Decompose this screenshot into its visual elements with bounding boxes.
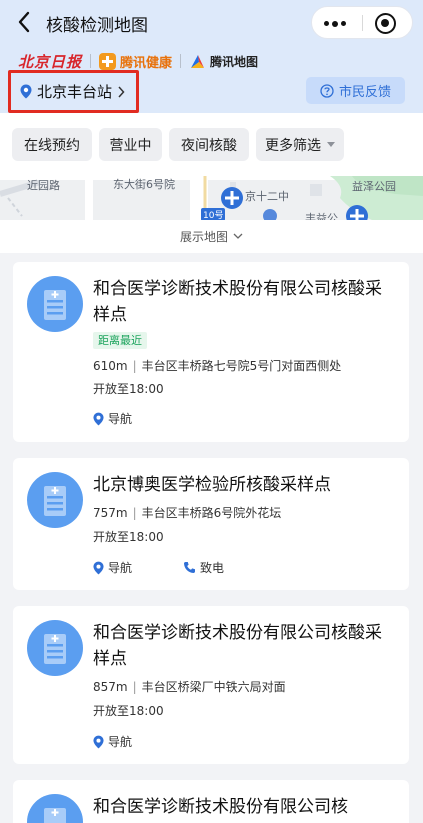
site-hours: 开放至18:00 [93, 704, 164, 718]
filter-label: 在线预约 [24, 137, 80, 154]
more-menu-icon[interactable] [324, 20, 346, 27]
navigate-label: 导航 [108, 412, 133, 426]
site-meta: 757m | 丰台区丰桥路6号院外花坛 [93, 504, 281, 521]
meta-separator: | [132, 680, 137, 694]
tencent-map-logo: 腾讯地图 [189, 53, 258, 70]
phone-icon [184, 562, 195, 573]
location-pin-icon [93, 561, 104, 574]
miniprogram-capsule [311, 6, 413, 39]
site-name: 和合医学诊断技术股份有限公司核 [93, 797, 348, 817]
site-distance: 757m [93, 506, 128, 520]
site-hours: 开放至18:00 [93, 382, 164, 396]
beijing-daily-logo: 北京日报 [18, 52, 83, 71]
filter-more[interactable]: 更多筛选 [256, 128, 344, 161]
meta-separator: | [132, 506, 137, 520]
chevron-right-icon [118, 85, 125, 98]
meta-separator: | [132, 359, 137, 373]
navigate-button[interactable]: 导航 [93, 559, 132, 576]
map-label: 京十二中 [245, 190, 289, 203]
site-address: 丰台区桥梁厂中铁六局对面 [141, 680, 286, 694]
map-marker[interactable] [221, 187, 243, 209]
site-name: 和合医学诊断技术股份有限公司核酸采样点 [93, 623, 382, 669]
header-area: 核酸检测地图 北京日报 腾讯健康 腾讯地图 北京丰台站 市民反馈 [0, 0, 423, 113]
close-miniprogram-icon[interactable] [375, 13, 396, 34]
map-label: 近园路 [27, 179, 60, 192]
map-label: 丰益公 [305, 212, 338, 220]
filter-label: 更多筛选 [265, 137, 321, 154]
site-hours: 开放至18:00 [93, 530, 164, 544]
brand-bar: 北京日报 腾讯健康 腾讯地图 [18, 50, 258, 72]
site-card[interactable]: 北京博奥医学检验所核酸采样点 757m | 丰台区丰桥路6号院外花坛 开放至18:0… [13, 458, 409, 590]
site-address: 丰台区丰桥路七号院5号门对面西侧处 [141, 359, 342, 373]
caret-down-icon [327, 142, 335, 147]
brand-divider [180, 54, 182, 68]
map-label: 东大街6号院 [113, 178, 175, 191]
site-name: 和合医学诊断技术股份有限公司核酸采样点 [93, 279, 382, 325]
call-label: 致电 [200, 561, 225, 575]
hospital-icon [27, 794, 83, 823]
site-card[interactable]: 和合医学诊断技术股份有限公司核酸采样点 857m | 丰台区桥梁厂中铁六局对面 开放… [13, 606, 409, 764]
hospital-icon [27, 276, 83, 332]
site-address: 丰台区丰桥路6号院外花坛 [141, 506, 282, 520]
filter-label: 夜间核酸 [181, 137, 237, 154]
location-pin-icon [93, 412, 104, 425]
site-meta: 857m | 丰台区桥梁厂中铁六局对面 [93, 678, 286, 695]
brand-divider [90, 54, 92, 68]
site-distance: 610m [93, 359, 128, 373]
back-button[interactable] [10, 8, 38, 36]
filter-label: 营业中 [109, 137, 152, 154]
map-label: 10号 [201, 208, 226, 220]
navigate-button[interactable]: 导航 [93, 733, 132, 750]
navbar: 核酸检测地图 [0, 0, 423, 46]
hospital-icon [27, 472, 83, 528]
site-card[interactable]: 和合医学诊断技术股份有限公司核 [13, 780, 409, 823]
site-meta: 610m | 丰台区丰桥路七号院5号门对面西侧处 [93, 357, 341, 374]
site-distance: 857m [93, 680, 128, 694]
chevron-left-icon [18, 11, 30, 33]
capsule-divider [362, 15, 363, 31]
map-preview[interactable]: 近园路 东大街6号院 京十二中 益泽公园 10号 丰益公 [0, 176, 423, 220]
map-label: 益泽公园 [352, 180, 396, 193]
location-pin-icon [20, 84, 32, 99]
page-title: 核酸检测地图 [46, 16, 148, 36]
tencent-map-label: 腾讯地图 [210, 54, 259, 69]
expand-map-button[interactable]: 展示地图 [0, 220, 423, 253]
call-button[interactable]: 致电 [183, 559, 224, 576]
filter-open-now[interactable]: 营业中 [99, 128, 162, 161]
location-label: 北京丰台站 [37, 83, 113, 101]
site-card[interactable]: 和合医学诊断技术股份有限公司核酸采样点 距离最近 610m | 丰台区丰桥路七号院5… [13, 262, 409, 442]
filter-online-booking[interactable]: 在线预约 [12, 128, 92, 161]
health-cross-icon [99, 52, 117, 70]
hospital-icon [27, 620, 83, 676]
expand-map-label: 展示地图 [179, 230, 228, 244]
location-pin-icon [93, 735, 104, 748]
location-selector[interactable]: 北京丰台站 [8, 70, 139, 113]
feedback-button[interactable]: 市民反馈 [306, 77, 405, 104]
tencent-health-logo: 腾讯健康 [99, 52, 172, 71]
chevron-down-icon [233, 233, 243, 239]
tencent-health-label: 腾讯健康 [120, 55, 173, 71]
navigate-label: 导航 [108, 735, 133, 749]
question-circle-icon [320, 83, 334, 98]
nearest-badge: 距离最近 [93, 332, 147, 349]
tencent-map-icon [191, 54, 205, 68]
feedback-label: 市民反馈 [338, 85, 391, 100]
filter-night-testing[interactable]: 夜间核酸 [169, 128, 249, 161]
navigate-button[interactable]: 导航 [93, 410, 132, 427]
navigate-label: 导航 [108, 561, 133, 575]
site-name: 北京博奥医学检验所核酸采样点 [93, 475, 331, 495]
filter-bar: 在线预约 营业中 夜间核酸 更多筛选 [0, 113, 423, 176]
